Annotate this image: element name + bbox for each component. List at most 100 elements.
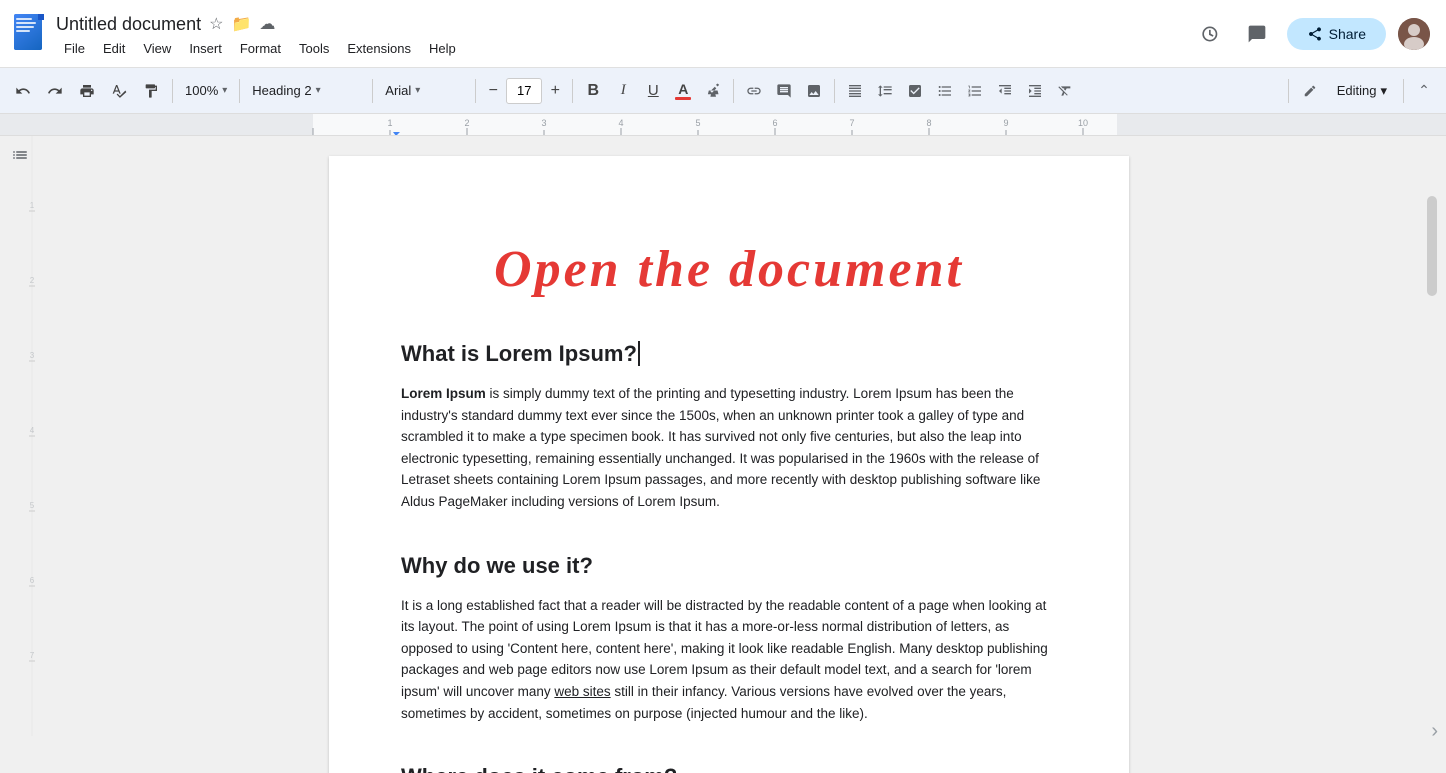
menu-tools[interactable]: Tools [291,37,337,60]
menu-view[interactable]: View [135,37,179,60]
align-button[interactable] [841,77,869,105]
body-text-2: It is a long established fact that a rea… [401,595,1057,725]
font-name: Arial [385,83,411,98]
svg-text:5: 5 [695,118,700,128]
history-icon[interactable] [1191,16,1227,52]
add-comment-button[interactable] [770,77,798,105]
svg-text:1: 1 [30,201,35,210]
svg-text:6: 6 [772,118,777,128]
font-size-decrease[interactable]: − [482,80,504,102]
pencil-icon [1295,76,1325,106]
zoom-dropdown[interactable]: 100% ▾ [179,76,233,106]
editing-mode-button[interactable]: Editing ▾ [1327,79,1397,103]
title-bar: Untitled document ☆ 📁 ☁ File Edit View I… [0,0,1446,68]
checklist-button[interactable] [901,77,929,105]
title-bar-right: Share [1191,16,1430,52]
document-main-title: Open the document [401,226,1057,311]
star-icon[interactable]: ☆ [209,14,223,34]
svg-text:2: 2 [30,276,35,285]
folder-icon[interactable]: 📁 [231,14,251,34]
highlight-button[interactable] [699,77,727,105]
font-arrow: ▾ [415,85,420,96]
document-page: Open the document What is Lorem Ipsum? L… [329,156,1129,773]
expand-right-icon[interactable]: › [1431,720,1438,743]
separator7 [834,79,835,103]
text-color-button[interactable]: A [669,77,697,105]
redo-button[interactable] [40,76,70,106]
heading-style-dropdown[interactable]: Heading 2 ▾ [246,76,366,106]
menu-format[interactable]: Format [232,37,289,60]
separator1 [172,79,173,103]
svg-text:4: 4 [30,426,35,435]
heading-2: Why do we use it? [401,553,1057,579]
svg-text:10: 10 [1078,118,1088,128]
menu-extensions[interactable]: Extensions [339,37,419,60]
heading-style-value: Heading 2 [252,83,311,98]
avatar[interactable] [1398,18,1430,50]
menu-file[interactable]: File [56,37,93,60]
separator3 [372,79,373,103]
share-label: Share [1329,26,1366,42]
font-size-area: − + [482,78,566,104]
svg-text:7: 7 [30,651,35,660]
scrollbar-thumb[interactable] [1427,196,1437,296]
svg-text:3: 3 [30,351,35,360]
indent-increase-button[interactable] [1021,77,1049,105]
left-margin: 1 2 3 4 5 6 7 [0,136,40,773]
undo-button[interactable] [8,76,38,106]
separator6 [733,79,734,103]
separator2 [239,79,240,103]
font-dropdown[interactable]: Arial ▾ [379,76,469,106]
toolbar: 100% ▾ Heading 2 ▾ Arial ▾ − + B I U A [0,68,1446,114]
font-size-increase[interactable]: + [544,80,566,102]
svg-text:Open the document: Open the document [494,241,964,298]
zoom-value: 100% [185,83,218,98]
svg-text:3: 3 [541,118,546,128]
menu-edit[interactable]: Edit [95,37,133,60]
svg-text:8: 8 [926,118,931,128]
zoom-arrow: ▾ [222,85,227,96]
svg-text:5: 5 [30,501,35,510]
main-area: 1 2 3 4 5 6 7 Open the document What is … [0,136,1446,773]
svg-text:7: 7 [849,118,854,128]
numbered-list-button[interactable] [961,77,989,105]
spellcheck-button[interactable] [104,76,134,106]
share-button[interactable]: Share [1287,18,1386,50]
separator5 [572,79,573,103]
menu-help[interactable]: Help [421,37,464,60]
body-text-1: Lorem Ipsum is simply dummy text of the … [401,383,1057,513]
app-icon [12,14,48,60]
svg-text:1: 1 [387,118,392,128]
heading-arrow: ▾ [316,85,321,96]
print-button[interactable] [72,76,102,106]
heading-3: Where does it come from? [401,764,1057,773]
bullet-list-button[interactable] [931,77,959,105]
comment-icon[interactable] [1239,16,1275,52]
separator4 [475,79,476,103]
insert-image-button[interactable] [800,77,828,105]
heading-1: What is Lorem Ipsum? [401,341,1057,367]
ruler: 1 2 3 4 5 6 7 8 9 10 [0,114,1446,136]
line-spacing-button[interactable] [871,77,899,105]
cloud-icon[interactable]: ☁ [259,14,275,34]
clear-formatting-button[interactable] [1051,77,1079,105]
svg-text:9: 9 [1003,118,1008,128]
bold-button[interactable]: B [579,77,607,105]
menu-insert[interactable]: Insert [181,37,230,60]
paintformat-button[interactable] [136,76,166,106]
expand-toolbar-button[interactable]: ⌃ [1410,77,1438,105]
svg-text:2: 2 [464,118,469,128]
document-title[interactable]: Untitled document [56,14,201,35]
italic-button[interactable]: I [609,77,637,105]
underline-button[interactable]: U [639,77,667,105]
document-scroll-area[interactable]: Open the document What is Lorem Ipsum? L… [40,136,1418,773]
indent-decrease-button[interactable] [991,77,1019,105]
separator9 [1403,79,1404,103]
right-margin: › [1418,136,1446,773]
svg-text:4: 4 [618,118,623,128]
font-size-input[interactable] [506,78,542,104]
svg-text:6: 6 [30,576,35,585]
link-button[interactable] [740,77,768,105]
editing-mode-label: Editing [1337,83,1377,98]
editing-mode-arrow: ▾ [1380,83,1387,99]
